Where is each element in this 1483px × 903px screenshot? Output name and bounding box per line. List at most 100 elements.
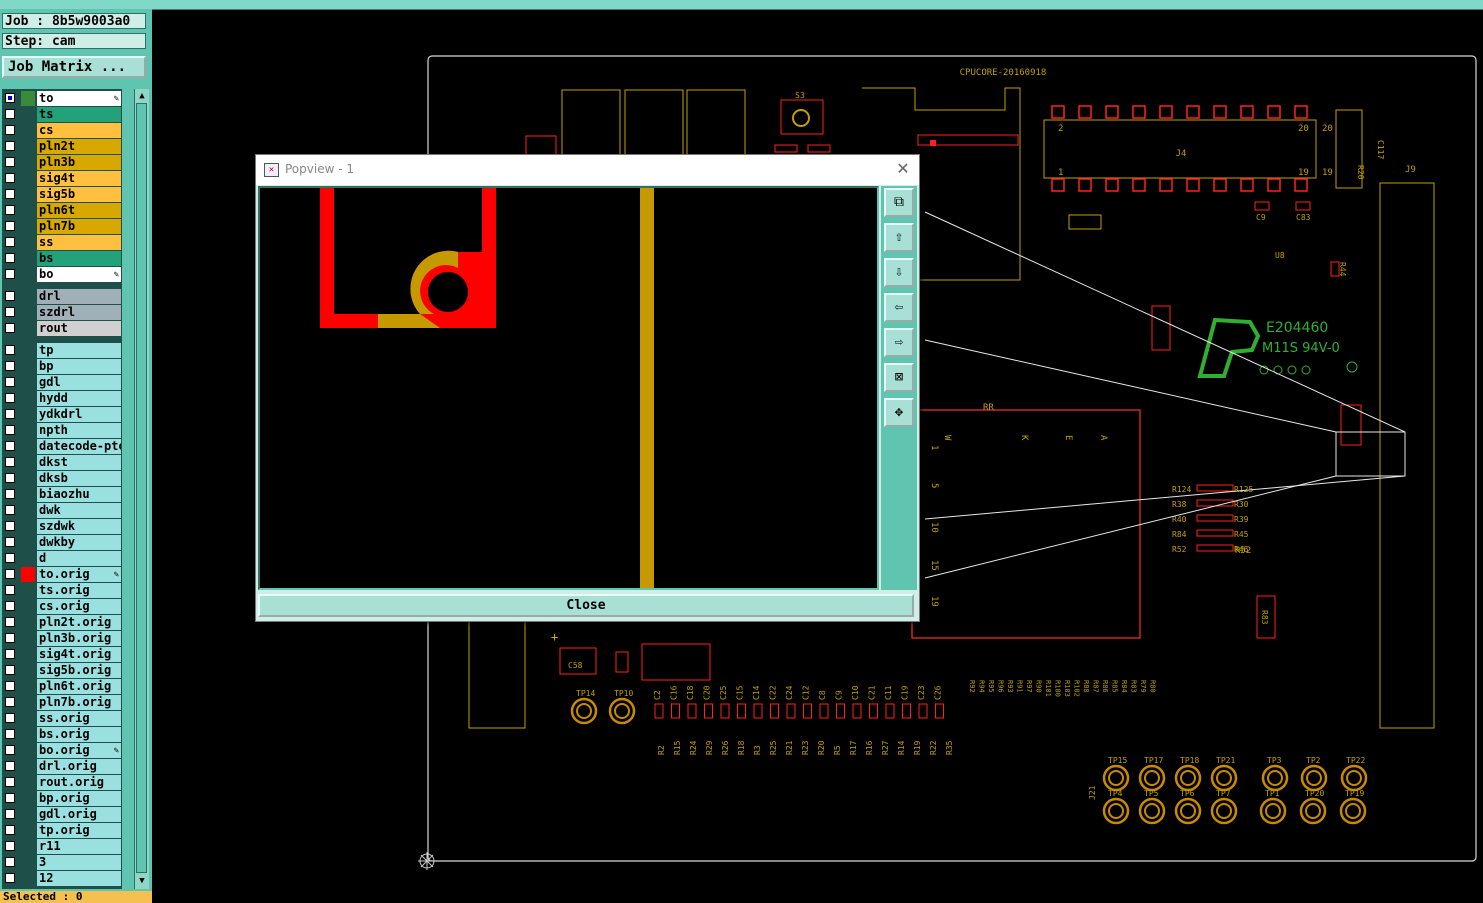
- layer-row[interactable]: ss: [2, 235, 122, 250]
- layer-affected-swatch[interactable]: [21, 823, 35, 838]
- layer-affected-swatch[interactable]: [21, 91, 35, 106]
- layer-row[interactable]: drl: [2, 289, 122, 304]
- layer-row[interactable]: bs.orig: [2, 727, 122, 742]
- layer-row[interactable]: datecode-pto: [2, 439, 122, 454]
- layer-affected-swatch[interactable]: [21, 711, 35, 726]
- layer-name[interactable]: ss: [37, 235, 121, 250]
- layer-affected-swatch[interactable]: [21, 423, 35, 438]
- layer-row[interactable]: 12: [2, 871, 122, 886]
- layer-row[interactable]: pln6t.orig: [2, 679, 122, 694]
- layer-affected-swatch[interactable]: [21, 663, 35, 678]
- layer-name[interactable]: tp.orig: [37, 823, 121, 838]
- layer-name[interactable]: cs: [37, 123, 121, 138]
- layer-affected-swatch[interactable]: [21, 519, 35, 534]
- layer-name[interactable]: bo.orig ✎: [37, 743, 121, 758]
- layer-affected-swatch[interactable]: [21, 305, 35, 320]
- layer-row[interactable]: ts: [2, 107, 122, 122]
- layer-checkbox[interactable]: [5, 665, 15, 675]
- popview-zoom-view[interactable]: [258, 186, 879, 590]
- layer-checkbox[interactable]: [5, 761, 15, 771]
- layer-row[interactable]: dkst: [2, 455, 122, 470]
- layer-affected-swatch[interactable]: [21, 471, 35, 486]
- layer-affected-swatch[interactable]: [21, 647, 35, 662]
- layer-checkbox[interactable]: [5, 505, 15, 515]
- layer-row[interactable]: pln6t: [2, 203, 122, 218]
- layer-name[interactable]: pln6t.orig: [37, 679, 121, 694]
- layer-row[interactable]: bs: [2, 251, 122, 266]
- layer-name[interactable]: pln3b: [37, 155, 121, 170]
- layer-affected-swatch[interactable]: [21, 439, 35, 454]
- layer-checkbox[interactable]: [5, 425, 15, 435]
- layer-checkbox[interactable]: [5, 173, 15, 183]
- layer-checkbox[interactable]: [5, 361, 15, 371]
- layer-checkbox[interactable]: [5, 873, 15, 883]
- layer-row[interactable]: bo ✎: [2, 267, 122, 282]
- layer-name[interactable]: dkst: [37, 455, 121, 470]
- layer-row[interactable]: gdl.orig: [2, 807, 122, 822]
- layer-name[interactable]: pln2t.orig: [37, 615, 121, 630]
- layer-row[interactable]: biaozhu: [2, 487, 122, 502]
- layer-name[interactable]: r11: [37, 839, 121, 854]
- layer-name[interactable]: bs.orig: [37, 727, 121, 742]
- layer-name[interactable]: npth: [37, 423, 121, 438]
- layer-name[interactable]: dksb: [37, 471, 121, 486]
- layer-row[interactable]: pln2t: [2, 139, 122, 154]
- layer-name[interactable]: to ✎: [37, 91, 121, 106]
- scroll-down-icon[interactable]: ▼: [136, 875, 148, 887]
- layer-name[interactable]: ss.orig: [37, 711, 121, 726]
- layer-name[interactable]: gdl: [37, 375, 121, 390]
- layer-row[interactable]: sig5b.orig: [2, 663, 122, 678]
- layer-name[interactable]: hydd: [37, 391, 121, 406]
- layer-row[interactable]: to.orig ✎: [2, 567, 122, 582]
- layer-affected-swatch[interactable]: [21, 615, 35, 630]
- layer-checkbox[interactable]: [5, 253, 15, 263]
- layer-name[interactable]: drl: [37, 289, 121, 304]
- layer-name[interactable]: 12: [37, 871, 121, 886]
- layer-name[interactable]: sig5b.orig: [37, 663, 121, 678]
- layer-name[interactable]: szdrl: [37, 305, 121, 320]
- layer-checkbox[interactable]: [5, 205, 15, 215]
- popview-titlebar[interactable]: ✕ Popview - 1 ✕: [256, 155, 919, 185]
- layer-name[interactable]: tp: [37, 343, 121, 358]
- layer-name[interactable]: pln2t: [37, 139, 121, 154]
- scroll-up-icon[interactable]: ▲: [136, 90, 148, 102]
- layer-checkbox[interactable]: [5, 825, 15, 835]
- pan-left-icon[interactable]: ⇦: [884, 293, 914, 322]
- layer-row[interactable]: to ✎: [2, 91, 122, 106]
- layer-checkbox[interactable]: [5, 681, 15, 691]
- layer-name[interactable]: to.orig ✎: [37, 567, 121, 582]
- layer-affected-swatch[interactable]: [21, 871, 35, 886]
- layer-name[interactable]: rout.orig: [37, 775, 121, 790]
- layer-checkbox[interactable]: [5, 857, 15, 867]
- layer-row[interactable]: pln3b: [2, 155, 122, 170]
- layer-affected-swatch[interactable]: [21, 359, 35, 374]
- layer-checkbox[interactable]: [5, 617, 15, 627]
- pan-right-icon[interactable]: ⇨: [884, 328, 914, 357]
- layer-checkbox[interactable]: [5, 633, 15, 643]
- layer-checkbox[interactable]: [5, 307, 15, 317]
- layer-checkbox[interactable]: [5, 841, 15, 851]
- pan-up-icon[interactable]: ⇧: [884, 223, 914, 252]
- layer-affected-swatch[interactable]: [21, 289, 35, 304]
- layer-row[interactable]: ss.orig: [2, 711, 122, 726]
- layer-checkbox[interactable]: [5, 745, 15, 755]
- layer-row[interactable]: pln3b.orig: [2, 631, 122, 646]
- layer-name[interactable]: ydkdrl: [37, 407, 121, 422]
- layer-affected-swatch[interactable]: [21, 503, 35, 518]
- layer-affected-swatch[interactable]: [21, 775, 35, 790]
- zoom-center-icon[interactable]: ✥: [884, 398, 914, 427]
- layer-affected-swatch[interactable]: [21, 631, 35, 646]
- layer-affected-swatch[interactable]: [21, 839, 35, 854]
- layer-name[interactable]: pln7b.orig: [37, 695, 121, 710]
- layer-row[interactable]: rout: [2, 321, 122, 336]
- layer-affected-swatch[interactable]: [21, 391, 35, 406]
- layer-row[interactable]: sig4t: [2, 171, 122, 186]
- layer-row[interactable]: d: [2, 551, 122, 566]
- layer-checkbox[interactable]: [5, 569, 15, 579]
- layer-checkbox[interactable]: [5, 189, 15, 199]
- layer-checkbox[interactable]: [5, 221, 15, 231]
- layer-row[interactable]: szdwk: [2, 519, 122, 534]
- layer-name[interactable]: bs: [37, 251, 121, 266]
- layer-row[interactable]: gdl: [2, 375, 122, 390]
- layer-affected-swatch[interactable]: [21, 235, 35, 250]
